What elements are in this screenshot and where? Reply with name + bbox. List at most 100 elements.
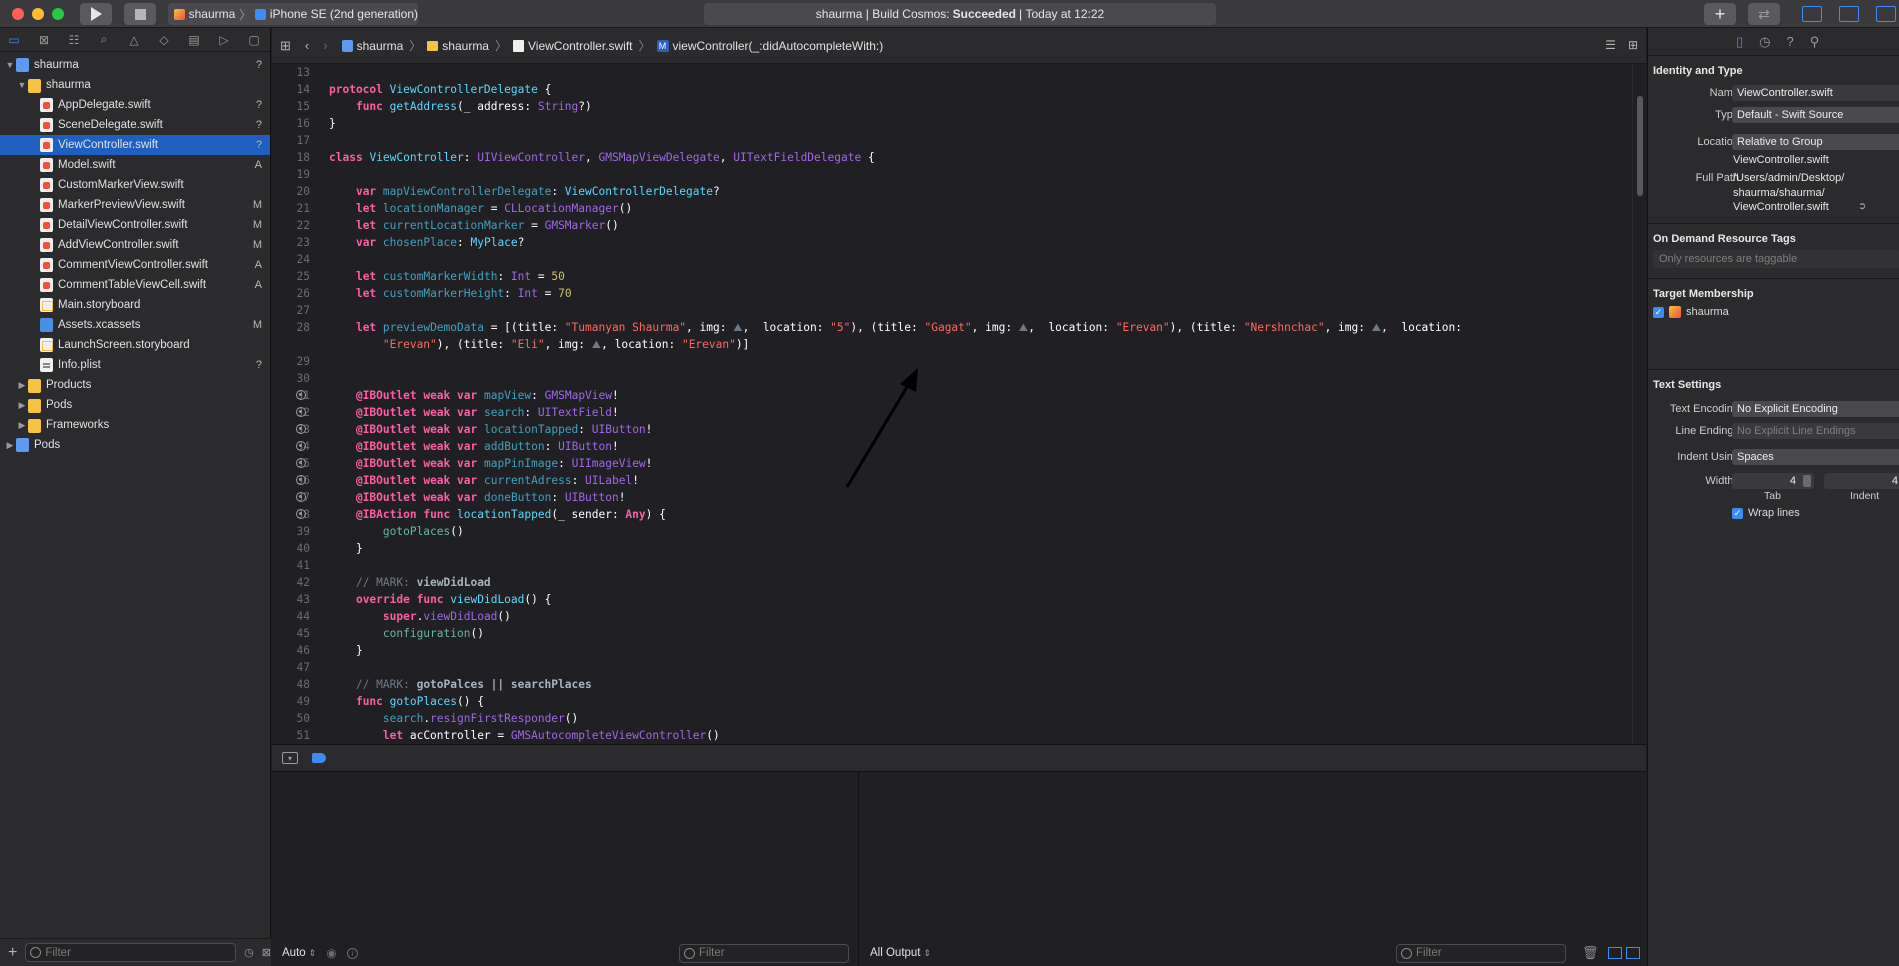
code-line[interactable]: 26 let customMarkerHeight: Int = 70 <box>297 285 1628 302</box>
target-checkbox[interactable]: ✓ <box>1653 306 1664 318</box>
tab-width-field[interactable]: 4 <box>1732 473 1814 489</box>
code-line[interactable]: 18 class ViewController: UIViewController… <box>297 149 1628 166</box>
navigator-item[interactable]: MarkerPreviewView.swift M <box>0 195 270 215</box>
search-icon[interactable]: ⌕ <box>96 32 112 47</box>
navigator-item[interactable]: AppDelegate.swift? <box>0 95 270 115</box>
tab-width-stepper[interactable] <box>1803 475 1811 487</box>
code-line[interactable]: 13 <box>297 64 1628 81</box>
navigator-item[interactable]: ▶ Frameworks <box>0 415 270 435</box>
code-line[interactable]: 31 @IBOutlet weak var mapView: GMSMapVie… <box>296 387 1628 404</box>
outlet-connection-icon[interactable] <box>296 441 306 451</box>
source-control-filter-icon[interactable]: ⊠ <box>262 946 271 959</box>
scrollbar-thumb[interactable] <box>1637 96 1643 196</box>
code-line[interactable]: 30 <box>297 370 1628 387</box>
navigator-item[interactable]: Info.plist? <box>0 355 270 375</box>
outlet-connection-icon[interactable] <box>296 407 306 417</box>
code-line[interactable]: 20 var mapViewControllerDelegate: ViewCo… <box>297 183 1628 200</box>
line-number[interactable]: 25 <box>272 268 310 285</box>
console-output-select[interactable]: All Output ⇕ <box>870 947 931 959</box>
type-popup[interactable]: Default - Swift Source <box>1732 107 1899 123</box>
add-file-button[interactable]: + <box>8 944 17 962</box>
line-number[interactable]: 26 <box>272 285 310 302</box>
navigator-item[interactable]: Main.storyboard <box>0 295 270 315</box>
line-number[interactable]: 39 <box>272 523 310 540</box>
line-number[interactable]: 17 <box>272 132 310 149</box>
split-left-icon[interactable] <box>1608 947 1622 959</box>
disclosure-open-icon[interactable]: ▼ <box>16 80 28 90</box>
code-line[interactable]: 47 <box>297 659 1628 676</box>
code-line[interactable]: 38 @IBAction func locationTapped(_ sende… <box>296 506 1628 523</box>
history-inspector-icon[interactable]: ◷ <box>1759 34 1770 50</box>
wrap-lines-checkbox[interactable]: ✓ <box>1732 507 1743 519</box>
line-number[interactable]: 16 <box>272 115 310 132</box>
quick-help-icon[interactable]: ? <box>1787 34 1794 49</box>
outlet-connection-icon[interactable] <box>296 458 306 468</box>
line-number[interactable]: 46 <box>272 642 310 659</box>
variables-view[interactable]: Auto ⇕ ◉ i Filter <box>272 772 859 966</box>
zoom-window-button[interactable] <box>52 8 64 20</box>
console-filter-input[interactable]: Filter <box>1396 943 1566 963</box>
code-line[interactable]: "Erevan"), (title: "Eli", img: ⛰, locati… <box>329 336 1628 353</box>
line-number[interactable]: 40 <box>272 540 310 557</box>
toggle-navigator-button[interactable] <box>1802 6 1822 22</box>
code-line[interactable]: 17 <box>297 132 1628 149</box>
test-icon[interactable]: ◇ <box>156 33 172 47</box>
code-line[interactable]: 43 override func viewDidLoad() { <box>297 591 1628 608</box>
name-field[interactable]: ViewController.swift <box>1732 85 1899 101</box>
warning-icon[interactable]: △ <box>126 33 142 47</box>
line-number[interactable]: 23 <box>272 234 310 251</box>
outlet-connection-icon[interactable] <box>296 492 306 502</box>
report-icon[interactable]: ▢ <box>246 33 262 47</box>
variables-scope-select[interactable]: Auto ⇕ <box>282 947 316 959</box>
code-line[interactable]: 45 configuration() <box>297 625 1628 642</box>
line-number[interactable]: 19 <box>272 166 310 183</box>
code-line[interactable]: 48 // MARK: gotoPalces || searchPlaces <box>297 676 1628 693</box>
eye-icon[interactable]: ◉ <box>326 946 336 960</box>
code-line[interactable]: 29 <box>297 353 1628 370</box>
disclosure-closed-icon[interactable]: ▶ <box>16 420 28 431</box>
code-line[interactable]: 33 @IBOutlet weak var locationTapped: UI… <box>296 421 1628 438</box>
breakpoint-icon[interactable]: ▷ <box>216 33 232 47</box>
code-line[interactable]: 22 let currentLocationMarker = GMSMarker… <box>297 217 1628 234</box>
split-right-icon[interactable] <box>1626 947 1640 959</box>
navigator-filter-input[interactable]: Filter <box>25 943 237 962</box>
add-editor-icon[interactable]: ⊞ <box>1628 38 1638 52</box>
line-number[interactable]: 42 <box>272 574 310 591</box>
console-view[interactable]: All Output ⇕ Filter 🗑 <box>860 772 1646 966</box>
code-line[interactable]: 51 let acController = GMSAutocompleteVie… <box>297 727 1628 744</box>
attributes-icon[interactable]: ⚲ <box>1810 34 1820 50</box>
code-line[interactable]: 37 @IBOutlet weak var doneButton: UIButt… <box>296 489 1628 506</box>
code-line[interactable]: 44 super.viewDidLoad() <box>297 608 1628 625</box>
line-number[interactable]: 45 <box>272 625 310 642</box>
toggle-debug-area-button[interactable] <box>1839 6 1859 22</box>
indent-using-popup[interactable]: Spaces <box>1732 449 1899 465</box>
disclosure-open-icon[interactable]: ▼ <box>4 60 16 70</box>
variables-filter-input[interactable]: Filter <box>679 943 849 963</box>
trash-icon[interactable]: 🗑 <box>1582 945 1599 961</box>
outlet-connection-icon[interactable] <box>296 424 306 434</box>
forward-button[interactable]: › <box>323 38 327 53</box>
code-line[interactable]: 27 <box>297 302 1628 319</box>
editor-scrollbar[interactable] <box>1632 64 1646 744</box>
navigator-item[interactable]: ▶ Products <box>0 375 270 395</box>
code-line[interactable]: 15 func getAddress(_ address: String?) <box>297 98 1628 115</box>
source-editor[interactable]: 13 14 protocol ViewControllerDelegate {15 … <box>272 64 1646 744</box>
breadcrumb-folder[interactable]: shaurma <box>442 39 489 53</box>
folder-icon[interactable]: ▭ <box>6 33 22 47</box>
breadcrumb-file[interactable]: ViewController.swift <box>528 39 632 53</box>
code-line[interactable]: 32 @IBOutlet weak var search: UITextFiel… <box>296 404 1628 421</box>
navigator-item[interactable]: CommentTableViewCell.swift A <box>0 275 270 295</box>
line-number[interactable]: 15 <box>272 98 310 115</box>
disclosure-closed-icon[interactable]: ▶ <box>16 400 28 411</box>
code-line[interactable]: 28 let previewDemoData = [(title: "Tuman… <box>297 319 1628 336</box>
line-number[interactable]: 47 <box>272 659 310 676</box>
line-number[interactable]: 44 <box>272 608 310 625</box>
line-number[interactable]: 51 <box>272 727 310 744</box>
toggle-inspector-button[interactable] <box>1876 6 1896 22</box>
indent-width-field[interactable]: 4 <box>1824 473 1899 489</box>
line-number[interactable]: 21 <box>272 200 310 217</box>
outlet-connection-icon[interactable] <box>296 390 306 400</box>
navigator-item[interactable]: LaunchScreen.storyboard <box>0 335 270 355</box>
file-inspector-icon[interactable]: ▯ <box>1736 34 1743 50</box>
code-line[interactable]: 23 var chosenPlace: MyPlace? <box>297 234 1628 251</box>
